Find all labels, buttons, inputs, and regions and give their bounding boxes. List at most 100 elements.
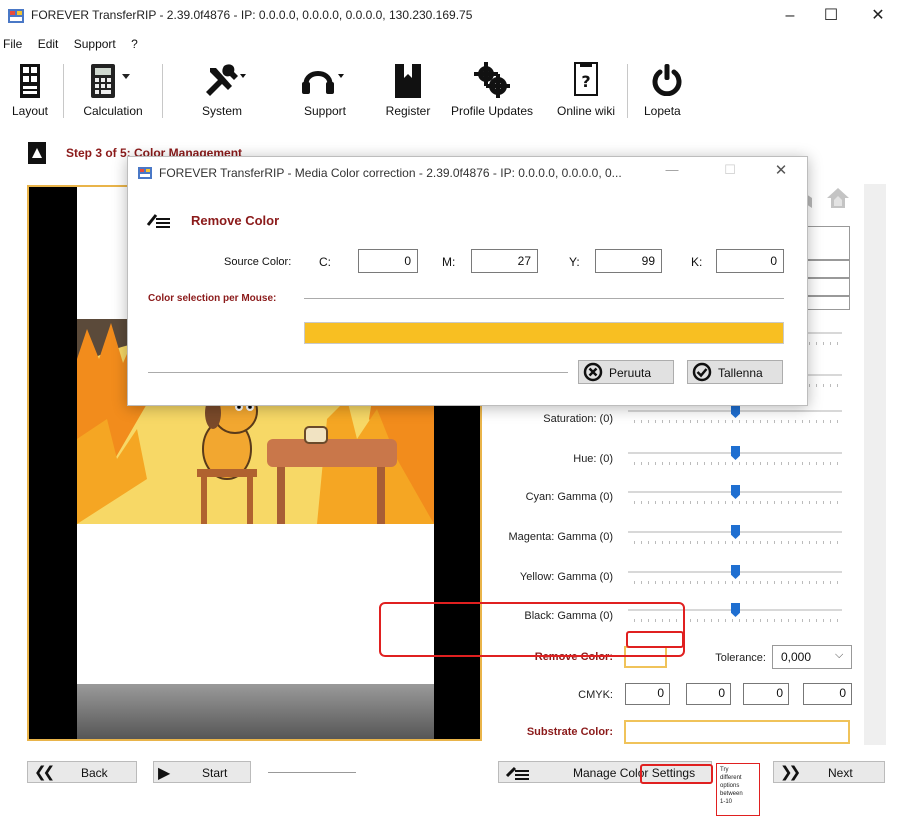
online-wiki-button[interactable]: ? Online wiki [550, 58, 622, 122]
source-color-label: Source Color: [224, 256, 292, 268]
annotation-note-line: Try [720, 767, 729, 773]
dialog-heading: Remove Color [191, 213, 280, 228]
play-icon: ▶ [158, 765, 171, 782]
system-label: System [201, 104, 242, 118]
support-label: Support [303, 104, 347, 118]
save-button[interactable]: Tallenna [687, 360, 783, 384]
cmyk-y-field[interactable]: 0 [743, 683, 789, 705]
cancel-button[interactable]: Peruuta [578, 360, 674, 384]
y-label: Y: [569, 255, 580, 269]
toolbar-separator [63, 64, 64, 118]
menu-file[interactable]: File [3, 33, 22, 55]
double-chevron-left-icon: ❮❮ [34, 764, 55, 781]
info-box [806, 296, 850, 310]
menu-support[interactable]: Support [74, 33, 116, 55]
annotation-box-remove-color [626, 631, 684, 648]
maximize-button[interactable]: ☐ [811, 4, 851, 28]
layout-button[interactable]: Layout [2, 58, 58, 122]
remove-color-icon [146, 214, 170, 228]
cmyk-label: CMYK: [578, 689, 613, 701]
app-icon [8, 9, 24, 23]
vertical-scrollbar[interactable] [864, 184, 886, 745]
cmyk-c-field[interactable]: 0 [625, 683, 670, 705]
dialog-close-button[interactable]: ✕ [766, 161, 796, 179]
svg-text:?: ? [581, 72, 590, 91]
minimize-button[interactable]: – [770, 4, 810, 28]
cmyk-m-field[interactable]: 0 [686, 683, 731, 705]
source-y-field[interactable]: 99 [595, 249, 662, 273]
headset-icon [302, 71, 344, 94]
mouse-selection-label: Color selection per Mouse: [148, 293, 277, 304]
source-m-field[interactable]: 27 [471, 249, 538, 273]
source-k-field[interactable]: 0 [716, 249, 784, 273]
start-label: Start [202, 766, 228, 780]
hue-label: Hue: (0) [573, 453, 613, 465]
dialog-minimize-button[interactable]: — [657, 162, 687, 177]
profile-updates-button[interactable]: Profile Updates [444, 58, 540, 122]
c-label: C: [319, 255, 331, 269]
yellow-gamma-label: Yellow: Gamma (0) [519, 571, 613, 583]
back-button[interactable]: ❮❮ Back [27, 761, 137, 783]
step-export-icon [28, 142, 46, 164]
k-label: K: [691, 255, 703, 269]
lopeta-button[interactable]: Lopeta [636, 58, 696, 122]
system-button[interactable]: System [192, 58, 252, 122]
annotation-note-line: 1-10 [720, 799, 733, 805]
info-box [806, 260, 850, 278]
tolerance-select[interactable]: 0,000 ⌵ [772, 645, 852, 669]
dialog-bottom-divider [148, 372, 568, 373]
toolbar-separator [627, 64, 628, 118]
toolbar: Layout Calculation System Support Regist… [0, 58, 910, 126]
layout-icon [20, 64, 40, 98]
menu-edit[interactable]: Edit [38, 33, 59, 55]
support-button[interactable]: Support [290, 58, 360, 122]
tolerance-label: Tolerance: [715, 652, 766, 664]
tools-icon [206, 64, 246, 96]
calculation-label: Calculation [83, 104, 143, 118]
substrate-color-label: Substrate Color: [526, 726, 613, 738]
selected-color-swatch[interactable] [304, 322, 784, 344]
annotation-note: Try different options between 1-10 [716, 763, 760, 816]
lopeta-label: Lopeta [644, 104, 681, 118]
menu-help[interactable]: ? [131, 33, 138, 55]
annotation-note-line: options [720, 783, 740, 789]
window-title: FOREVER TransferRIP - 2.39.0f4876 - IP: … [31, 8, 473, 22]
color-settings-icon [505, 766, 529, 780]
help-document-icon: ? [574, 62, 598, 96]
profile-updates-label: Profile Updates [450, 104, 534, 118]
close-button[interactable]: ✕ [858, 4, 898, 28]
home-icon[interactable] [825, 186, 851, 210]
cancel-label: Peruuta [609, 366, 652, 380]
register-label: Register [385, 104, 431, 118]
hue-slider[interactable] [628, 446, 842, 468]
saturation-slider[interactable] [628, 404, 842, 426]
tolerance-value: 0,000 [781, 650, 812, 664]
checkmark-icon [692, 362, 712, 382]
gears-icon [474, 62, 510, 98]
annotation-box-black-gamma [379, 602, 685, 657]
register-button[interactable]: Register [378, 58, 438, 122]
preview-bottom-strip [77, 684, 434, 739]
dialog-maximize-button[interactable]: ☐ [715, 162, 745, 178]
annotation-box-settings [640, 764, 713, 784]
annotation-note-line: different [720, 775, 742, 781]
start-button[interactable]: ▶ Start [153, 761, 251, 783]
next-button[interactable]: ❯❯ Next [773, 761, 885, 783]
magenta-gamma-slider[interactable] [628, 525, 842, 547]
chevron-down-icon: ⌵ [835, 649, 844, 661]
cyan-gamma-slider[interactable] [628, 485, 842, 507]
cmyk-k-field[interactable]: 0 [803, 683, 852, 705]
toolbar-separator [162, 64, 163, 118]
magenta-gamma-label: Magenta: Gamma (0) [508, 531, 613, 543]
menu-bar: File Edit Support ? [0, 33, 141, 55]
mouse-selection-divider [304, 298, 784, 299]
back-label: Back [81, 766, 108, 780]
substrate-color-swatch[interactable] [624, 720, 850, 744]
calculation-button[interactable]: Calculation [73, 58, 153, 122]
saturation-label: Saturation: (0) [543, 413, 613, 425]
yellow-gamma-slider[interactable] [628, 565, 842, 587]
source-c-field[interactable]: 0 [358, 249, 418, 273]
double-chevron-right-icon: ❯❯ [780, 764, 801, 781]
calculator-icon [91, 64, 130, 98]
media-color-correction-dialog: FOREVER TransferRIP - Media Color correc… [127, 156, 808, 406]
